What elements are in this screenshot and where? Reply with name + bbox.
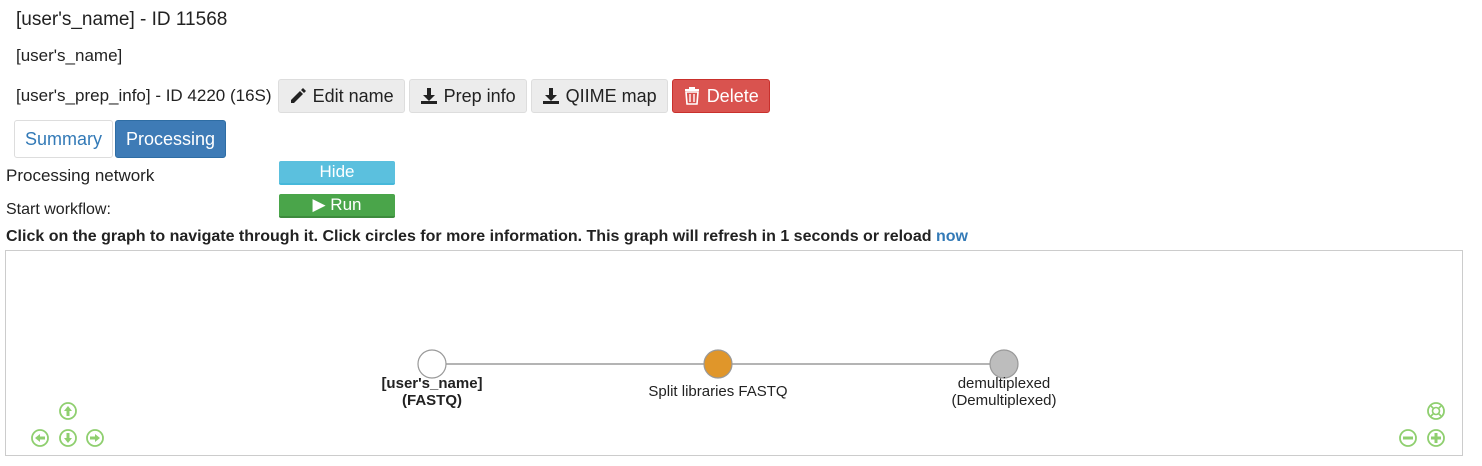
node-raw-fastq-label: [user's_name] (FASTQ) [332, 375, 532, 409]
reload-now-link[interactable]: now [936, 228, 968, 245]
node-raw-fastq[interactable] [417, 349, 447, 379]
download-icon [542, 87, 560, 105]
zoom-extend-icon[interactable] [1426, 401, 1446, 421]
pan-left-icon[interactable] [30, 428, 50, 448]
graph-instructions: Click on the graph to navigate through i… [6, 228, 968, 246]
qiime-map-button-label: QIIME map [565, 85, 657, 106]
tab-summary[interactable]: Summary [14, 120, 114, 158]
zoom-out-icon[interactable] [1398, 428, 1418, 448]
edit-name-button[interactable]: Edit name [277, 79, 405, 113]
run-workflow-button[interactable]: ▶ Run [279, 194, 395, 218]
hide-network-button[interactable]: Hide [279, 161, 395, 185]
delete-button-label: Delete [706, 85, 759, 106]
node-demultiplexed-label: demultiplexed (Demultiplexed) [904, 375, 1104, 409]
node-label-line: Split libraries FASTQ [648, 383, 788, 400]
graph-instructions-text: Click on the graph to navigate through i… [6, 228, 936, 245]
prep-info-download-button[interactable]: Prep info [408, 79, 527, 113]
node-label-line: (FASTQ) [402, 392, 462, 409]
prep-tabs: Summary Processing [14, 120, 228, 158]
qiime-map-download-button[interactable]: QIIME map [530, 79, 668, 113]
pan-up-icon[interactable] [58, 401, 78, 421]
processing-network-label: Processing network [6, 166, 155, 185]
pan-down-icon[interactable] [58, 428, 78, 448]
node-demultiplexed[interactable] [989, 349, 1019, 379]
prep-info-button-label: Prep info [443, 85, 516, 106]
pan-right-icon[interactable] [85, 428, 105, 448]
start-workflow-label: Start workflow: [6, 201, 111, 218]
prep-toolbar: [user's_prep_info] - ID 4220 (16S) Edit … [16, 78, 774, 114]
tab-processing[interactable]: Processing [115, 120, 227, 158]
node-split-libraries[interactable] [703, 349, 733, 379]
study-owner: [user's_name] [16, 46, 123, 65]
network-canvas[interactable] [6, 251, 1462, 455]
delete-button[interactable]: Delete [671, 79, 770, 113]
node-label-line: demultiplexed [957, 375, 1051, 392]
node-label-line: [user's_name] [381, 375, 483, 392]
zoom-in-icon[interactable] [1426, 428, 1446, 448]
prep-info-label: [user's_prep_info] - ID 4220 (16S) [16, 86, 272, 105]
processing-network-graph[interactable]: [user's_name] (FASTQ) Split libraries FA… [5, 250, 1463, 456]
trash-icon [683, 87, 701, 105]
node-label-line: (Demultiplexed) [951, 392, 1057, 409]
pencil-icon [289, 87, 307, 105]
edit-name-label: Edit name [312, 85, 394, 106]
page-title: [user's_name] - ID 11568 [16, 9, 228, 30]
download-icon [420, 87, 438, 105]
node-split-libraries-label: Split libraries FASTQ [608, 383, 828, 400]
